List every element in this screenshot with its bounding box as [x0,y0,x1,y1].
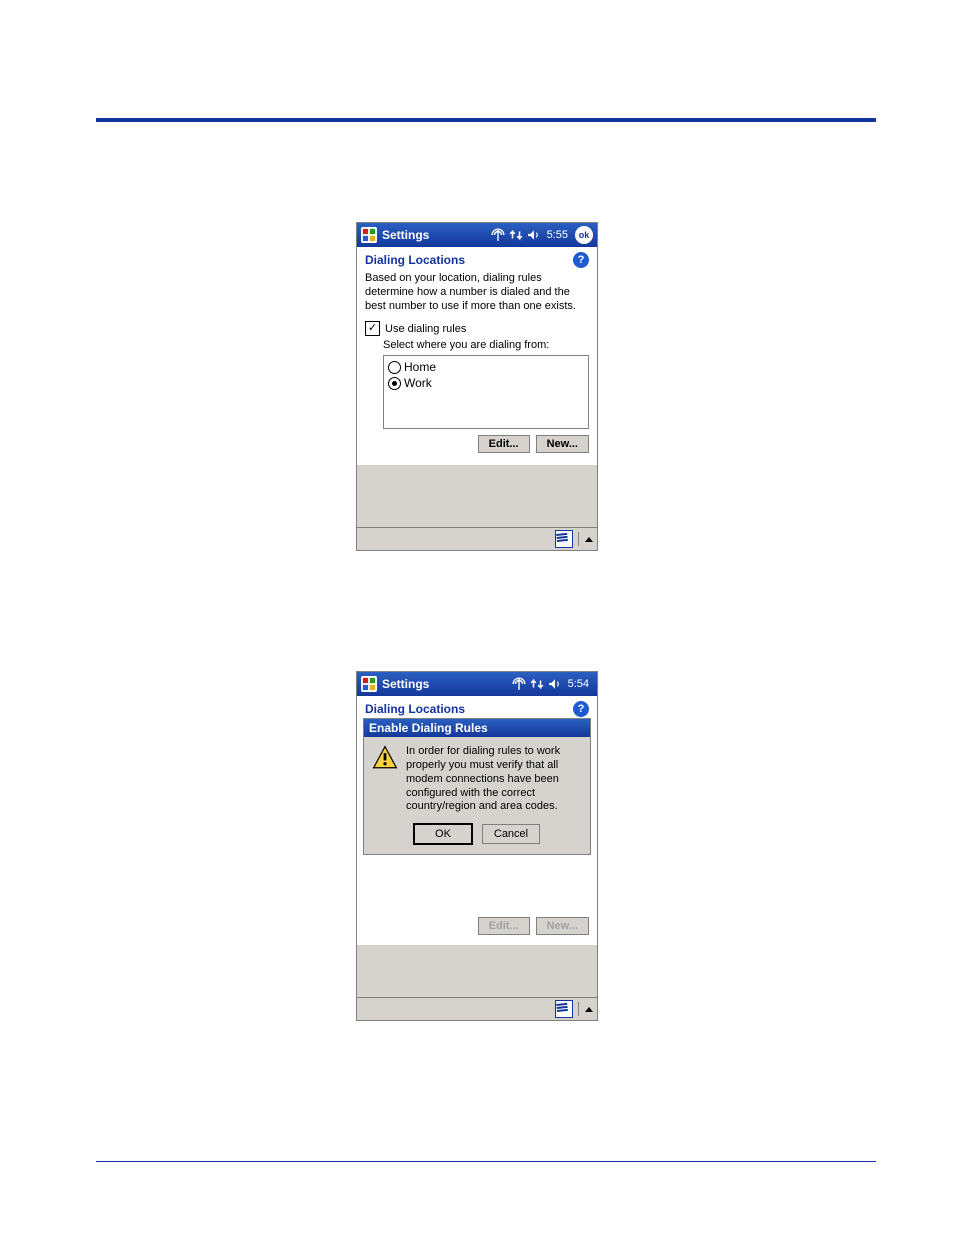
app-title: Settings [382,228,429,242]
taskbar [357,527,597,550]
enable-dialing-rules-dialog: Enable Dialing Rules In order for dialin… [363,718,591,855]
dialog-cancel-button[interactable]: Cancel [482,824,540,844]
connectivity-icon[interactable] [509,228,523,242]
signal-icon[interactable] [512,677,526,691]
connectivity-icon[interactable] [530,677,544,691]
warning-icon [372,745,398,771]
new-button[interactable]: New... [536,435,589,453]
dialog-title: Enable Dialing Rules [364,719,590,737]
ok-button[interactable]: ok [575,226,593,244]
volume-icon[interactable] [527,228,541,242]
dialog-message: In order for dialing rules to work prope… [406,745,582,814]
description-text: Based on your location, dialing rules de… [365,272,589,313]
sip-menu-arrow-icon[interactable] [585,537,593,542]
use-dialing-rules-checkbox[interactable]: ✓ [365,321,380,336]
titlebar: Settings 5:54 [357,672,597,696]
volume-icon[interactable] [548,677,562,691]
titlebar: Settings 5:55 ok [357,223,597,247]
help-icon[interactable]: ? [573,701,589,717]
edit-button[interactable]: Edit... [478,435,530,453]
location-option-home[interactable]: Home [388,359,584,375]
edit-button: Edit... [478,917,530,935]
taskbar [357,997,597,1020]
help-icon[interactable]: ? [573,252,589,268]
clock-time[interactable]: 5:54 [568,678,589,690]
screenshot-enable-dialing-rules-dialog: Settings 5:54 Dialing Locations ? E Enab… [356,671,598,1021]
use-dialing-rules-label: Use dialing rules [385,323,466,335]
new-button: New... [536,917,589,935]
screen-title: Dialing Locations [365,702,465,716]
location-option-work[interactable]: Work [388,375,584,391]
start-flag-icon[interactable] [361,227,377,243]
signal-icon[interactable] [491,228,505,242]
radio-icon [388,361,401,374]
start-flag-icon[interactable] [361,676,377,692]
radio-icon [388,377,401,390]
locations-list[interactable]: Home Work [383,355,589,429]
sip-menu-arrow-icon[interactable] [585,1007,593,1012]
dialog-ok-button[interactable]: OK [414,824,472,844]
app-title: Settings [382,677,429,691]
select-location-label: Select where you are dialing from: [383,339,589,351]
screenshot-dialing-locations: Settings 5:55 ok Dialing Locations ? Bas… [356,222,598,551]
screen-title: Dialing Locations [365,253,465,267]
sip-keyboard-icon[interactable] [555,530,573,548]
sip-keyboard-icon[interactable] [555,1000,573,1018]
clock-time[interactable]: 5:55 [547,229,568,241]
